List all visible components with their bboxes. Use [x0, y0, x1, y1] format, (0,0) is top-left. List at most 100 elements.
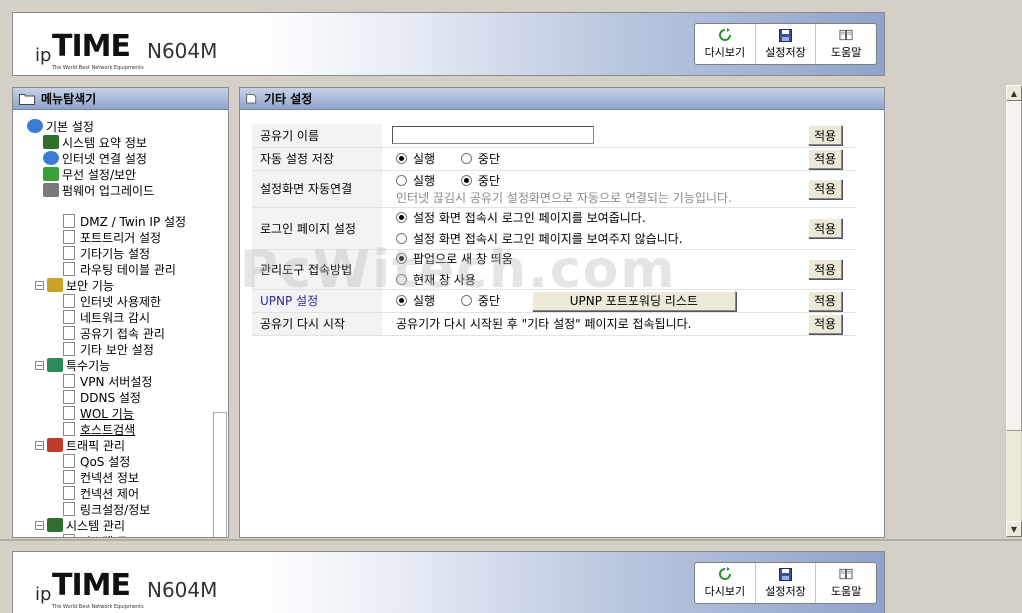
login-page-show-radio[interactable]: 설정 화면 접속시 로그인 페이지를 보여줍니다. — [396, 209, 646, 226]
apply-admin-access-button[interactable]: 적용 — [808, 259, 842, 279]
apply-restart-button[interactable]: 적용 — [808, 313, 842, 334]
sidebar-item-17[interactable]: DDNS 설정 — [63, 389, 141, 405]
sidebar-item-18[interactable]: WOL 기능 — [63, 405, 134, 421]
document-icon — [63, 310, 75, 324]
sidebar-scroll-thumb[interactable] — [213, 412, 227, 537]
sidebar-item-12[interactable]: 네트워크 감시 — [63, 309, 150, 325]
logo-time-text: TIME — [52, 29, 131, 64]
sidebar-item-3[interactable]: 인터넷 연결 설정 — [43, 150, 147, 166]
save-settings-button[interactable]: 설정저장 — [756, 563, 817, 603]
sidebar-item-25[interactable]: − 시스템 관리 — [35, 517, 125, 533]
auto-save-row: 자동 설정 저장 실행 중단 적용 — [252, 147, 856, 171]
sidebar-item-24[interactable]: 링크설정/정보 — [63, 501, 150, 517]
apply-login-page-button[interactable]: 적용 — [808, 218, 842, 238]
header-frame-duplicate: ip TIME N604M The World Best Network Equ… — [12, 551, 885, 613]
refresh-icon — [718, 28, 732, 42]
model-name: N604M — [147, 578, 218, 602]
apply-auto-save-button[interactable]: 적용 — [808, 148, 842, 169]
sidebar-item-6[interactable]: DMZ / Twin IP 설정 — [63, 213, 186, 229]
reload-button[interactable]: 다시보기 — [695, 24, 756, 64]
page-title-bar: 기타 설정 — [240, 88, 884, 110]
admin-access-current-radio[interactable]: 현재 창 사용 — [396, 271, 476, 288]
page-scrollbar[interactable]: ▲ ▼ — [1005, 85, 1022, 537]
radio-icon — [460, 295, 472, 306]
sidebar-item-5[interactable]: 펌웨어 업그레이드 — [43, 182, 154, 198]
router-name-label: 공유기 이름 — [252, 124, 382, 148]
sidebar-item-9[interactable]: 라우팅 테이블 관리 — [63, 261, 176, 277]
traffic-icon — [47, 438, 63, 452]
sidebar-item-8[interactable]: 기타기능 설정 — [63, 245, 150, 261]
sidebar-item-13[interactable]: 공유기 접속 관리 — [63, 325, 165, 341]
page-scroll-thumb[interactable] — [1006, 101, 1022, 431]
apply-upnp-button[interactable]: 적용 — [808, 290, 842, 311]
menu-explorer-title: 메뉴탐색기 — [41, 92, 97, 106]
sidebar-item-15[interactable]: − 특수기능 — [35, 357, 110, 373]
help-button[interactable]: 도움말 — [816, 24, 876, 64]
frame-divider[interactable] — [0, 539, 1022, 541]
help-button[interactable]: 도움말 — [816, 563, 876, 603]
sidebar-item-label: 호스트검색 — [80, 422, 136, 437]
collapse-icon[interactable]: − — [35, 520, 44, 530]
auto-connect-row: 설정화면 자동연결 실행 중단 인터넷 끊김시 공유기 설정화면으로 자동으로 … — [252, 170, 856, 208]
sidebar-item-label: QoS 설정 — [80, 454, 131, 469]
sidebar-item-1[interactable]: 기본 설정 — [27, 118, 94, 134]
sidebar-scrollbar[interactable] — [212, 112, 228, 537]
reload-label: 다시보기 — [704, 46, 746, 59]
help-label: 도움말 — [830, 46, 862, 59]
sidebar-item-label: 라우팅 테이블 관리 — [80, 262, 176, 277]
auto-connect-on-radio[interactable]: 실행 — [396, 172, 435, 189]
header-toolbar: 다시보기 설정저장 도움말 — [694, 23, 877, 65]
sidebar-item-label: VPN 서버설정 — [80, 374, 153, 389]
upnp-off-radio[interactable]: 중단 — [460, 292, 500, 309]
collapse-icon[interactable]: − — [35, 360, 44, 370]
admin-access-popup-radio[interactable]: 팝업으로 새 창 띄움 — [396, 250, 513, 267]
sidebar-item-20[interactable]: − 트래픽 관리 — [35, 437, 125, 453]
sidebar-item-label: 컨넥션 제어 — [80, 486, 140, 501]
sidebar-item-16[interactable]: VPN 서버설정 — [63, 373, 152, 389]
login-page-label: 로그인 페이지 설정 — [252, 207, 382, 250]
sidebar-item-2[interactable]: 시스템 요약 정보 — [43, 134, 147, 150]
document-icon — [63, 406, 75, 420]
sidebar-item-10[interactable]: − 보안 기능 — [35, 277, 114, 293]
sidebar-item-label: 기본 설정 — [46, 119, 94, 134]
admin-access-label: 관리도구 접속방법 — [252, 249, 382, 290]
sidebar-item-23[interactable]: 컨넥션 제어 — [63, 485, 139, 501]
sidebar-item-19[interactable]: 호스트검색 — [63, 421, 135, 437]
upnp-port-forwarding-list-button[interactable]: UPNP 포트포워딩 리스트 — [531, 290, 736, 311]
router-name-input[interactable] — [392, 126, 594, 145]
auto-connect-off-radio[interactable]: 중단 — [460, 172, 500, 189]
document-icon — [63, 454, 75, 468]
upnp-on-radio[interactable]: 실행 — [396, 292, 435, 309]
sidebar-item-label: 시스템 요약 정보 — [62, 135, 147, 150]
save-settings-label: 설정저장 — [765, 46, 806, 59]
radio-icon — [396, 253, 407, 264]
scroll-down-icon[interactable]: ▼ — [1006, 521, 1022, 537]
restart-label: 공유기 다시 시작 — [252, 312, 382, 336]
logo-ip-text: ip — [35, 45, 52, 66]
sidebar-item-21[interactable]: QoS 설정 — [63, 453, 130, 469]
apply-router-name-button[interactable]: 적용 — [808, 125, 842, 146]
model-name: N604M — [147, 39, 218, 63]
collapse-icon[interactable]: − — [35, 280, 44, 290]
sidebar-item-22[interactable]: 컨넥션 정보 — [63, 469, 139, 485]
auto-save-off-radio[interactable]: 중단 — [460, 150, 500, 167]
router-name-row: 공유기 이름 적용 — [252, 124, 856, 148]
reload-button[interactable]: 다시보기 — [695, 563, 756, 603]
sidebar-item-label: 컨넥션 정보 — [80, 470, 140, 485]
book-icon — [839, 567, 853, 581]
refresh-icon — [718, 567, 732, 581]
collapse-icon[interactable]: − — [35, 440, 44, 450]
save-settings-button[interactable]: 설정저장 — [756, 24, 817, 64]
login-page-hide-radio[interactable]: 설정 화면 접속시 로그인 페이지를 보여주지 않습니다. — [396, 230, 683, 247]
sidebar-item-11[interactable]: 인터넷 사용제한 — [63, 293, 161, 309]
sidebar-item-26[interactable]: 시스템 로그 — [63, 533, 139, 537]
apply-auto-connect-button[interactable]: 적용 — [808, 178, 842, 199]
book-icon — [839, 28, 853, 42]
reload-label: 다시보기 — [704, 585, 746, 598]
sidebar-item-label: 공유기 접속 관리 — [80, 326, 165, 341]
sidebar-item-14[interactable]: 기타 보안 설정 — [63, 341, 154, 357]
sidebar-item-7[interactable]: 포트트리거 설정 — [63, 229, 161, 245]
scroll-up-icon[interactable]: ▲ — [1006, 85, 1022, 101]
auto-save-on-radio[interactable]: 실행 — [396, 150, 435, 167]
sidebar-item-4[interactable]: 무선 설정/보안 — [43, 166, 136, 182]
